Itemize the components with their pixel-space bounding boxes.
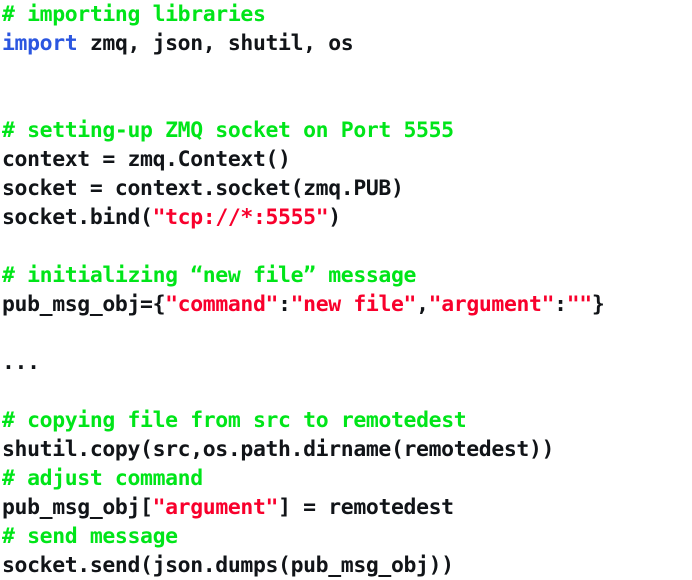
code-token-comment: # adjust command bbox=[2, 466, 203, 491]
code-token-plain: context = zmq.Context() bbox=[2, 147, 291, 172]
code-token-plain: } bbox=[591, 292, 605, 317]
code-token-comment-strong: remotedest bbox=[340, 408, 467, 433]
code-token-plain: socket.bind( bbox=[2, 205, 153, 230]
code-line: shutil.copy(src,os.path.dirname(remotede… bbox=[0, 435, 692, 464]
code-line: # send message bbox=[0, 522, 692, 551]
code-line: ... bbox=[0, 348, 692, 377]
code-line: # copying file from src to remotedest bbox=[0, 406, 692, 435]
code-token-plain: : bbox=[554, 292, 567, 317]
code-token-comment: # importing libraries bbox=[2, 2, 266, 27]
code-token-comment: # copying file from bbox=[2, 408, 253, 433]
code-token-comment: # setting-up ZMQ socket on Port 5555 bbox=[2, 118, 454, 143]
code-line: socket.send(json.dumps(pub_msg_obj)) bbox=[0, 551, 692, 580]
code-token-plain: zmq, json, shutil, os bbox=[77, 31, 354, 56]
code-token-string: "new file" bbox=[290, 292, 417, 317]
code-token-comment: to bbox=[290, 408, 341, 433]
code-token-plain: ] = remotedest bbox=[278, 495, 454, 520]
code-token-string: "argument" bbox=[428, 292, 555, 317]
code-listing: # importing libraries import zmq, json, s… bbox=[0, 0, 692, 578]
code-line: # adjust command bbox=[0, 464, 692, 493]
code-token-plain: ... bbox=[2, 350, 40, 375]
code-line: import zmq, json, shutil, os bbox=[0, 29, 692, 58]
code-token-comment: # initializing “new file” message bbox=[2, 263, 417, 288]
code-line: socket = context.socket(zmq.PUB) bbox=[0, 174, 692, 203]
code-line: # initializing “new file” message bbox=[0, 261, 692, 290]
code-line: pub_msg_obj={"command":"new file","argum… bbox=[0, 290, 692, 319]
code-token-comment: # send message bbox=[2, 524, 178, 549]
code-token-plain: shutil.copy(src,os.path.dirname(remotede… bbox=[2, 437, 555, 462]
code-token-string: "" bbox=[566, 292, 592, 317]
code-line: pub_msg_obj["argument"] = remotedest bbox=[0, 493, 692, 522]
code-line: socket.bind("tcp://*:5555") bbox=[0, 203, 692, 232]
code-token-string: "tcp://*:5555" bbox=[152, 205, 329, 230]
code-token-string: "argument" bbox=[152, 495, 279, 520]
code-token-plain: : bbox=[278, 292, 291, 317]
code-token-plain: pub_msg_obj[ bbox=[2, 495, 153, 520]
code-token-plain: socket = context.socket(zmq.PUB) bbox=[2, 176, 404, 201]
code-token-plain: socket.send(json.dumps(pub_msg_obj)) bbox=[2, 553, 454, 578]
code-token-plain: pub_msg_obj={ bbox=[2, 292, 166, 317]
code-token-string: "command" bbox=[165, 292, 279, 317]
code-token-plain: ) bbox=[328, 205, 341, 230]
code-line: # importing libraries bbox=[0, 0, 692, 29]
code-line: context = zmq.Context() bbox=[0, 145, 692, 174]
code-line: # setting-up ZMQ socket on Port 5555 bbox=[0, 116, 692, 145]
code-token-comment-strong: src bbox=[252, 408, 291, 433]
code-token-keyword: import bbox=[2, 31, 78, 56]
code-token-plain: , bbox=[416, 292, 429, 317]
